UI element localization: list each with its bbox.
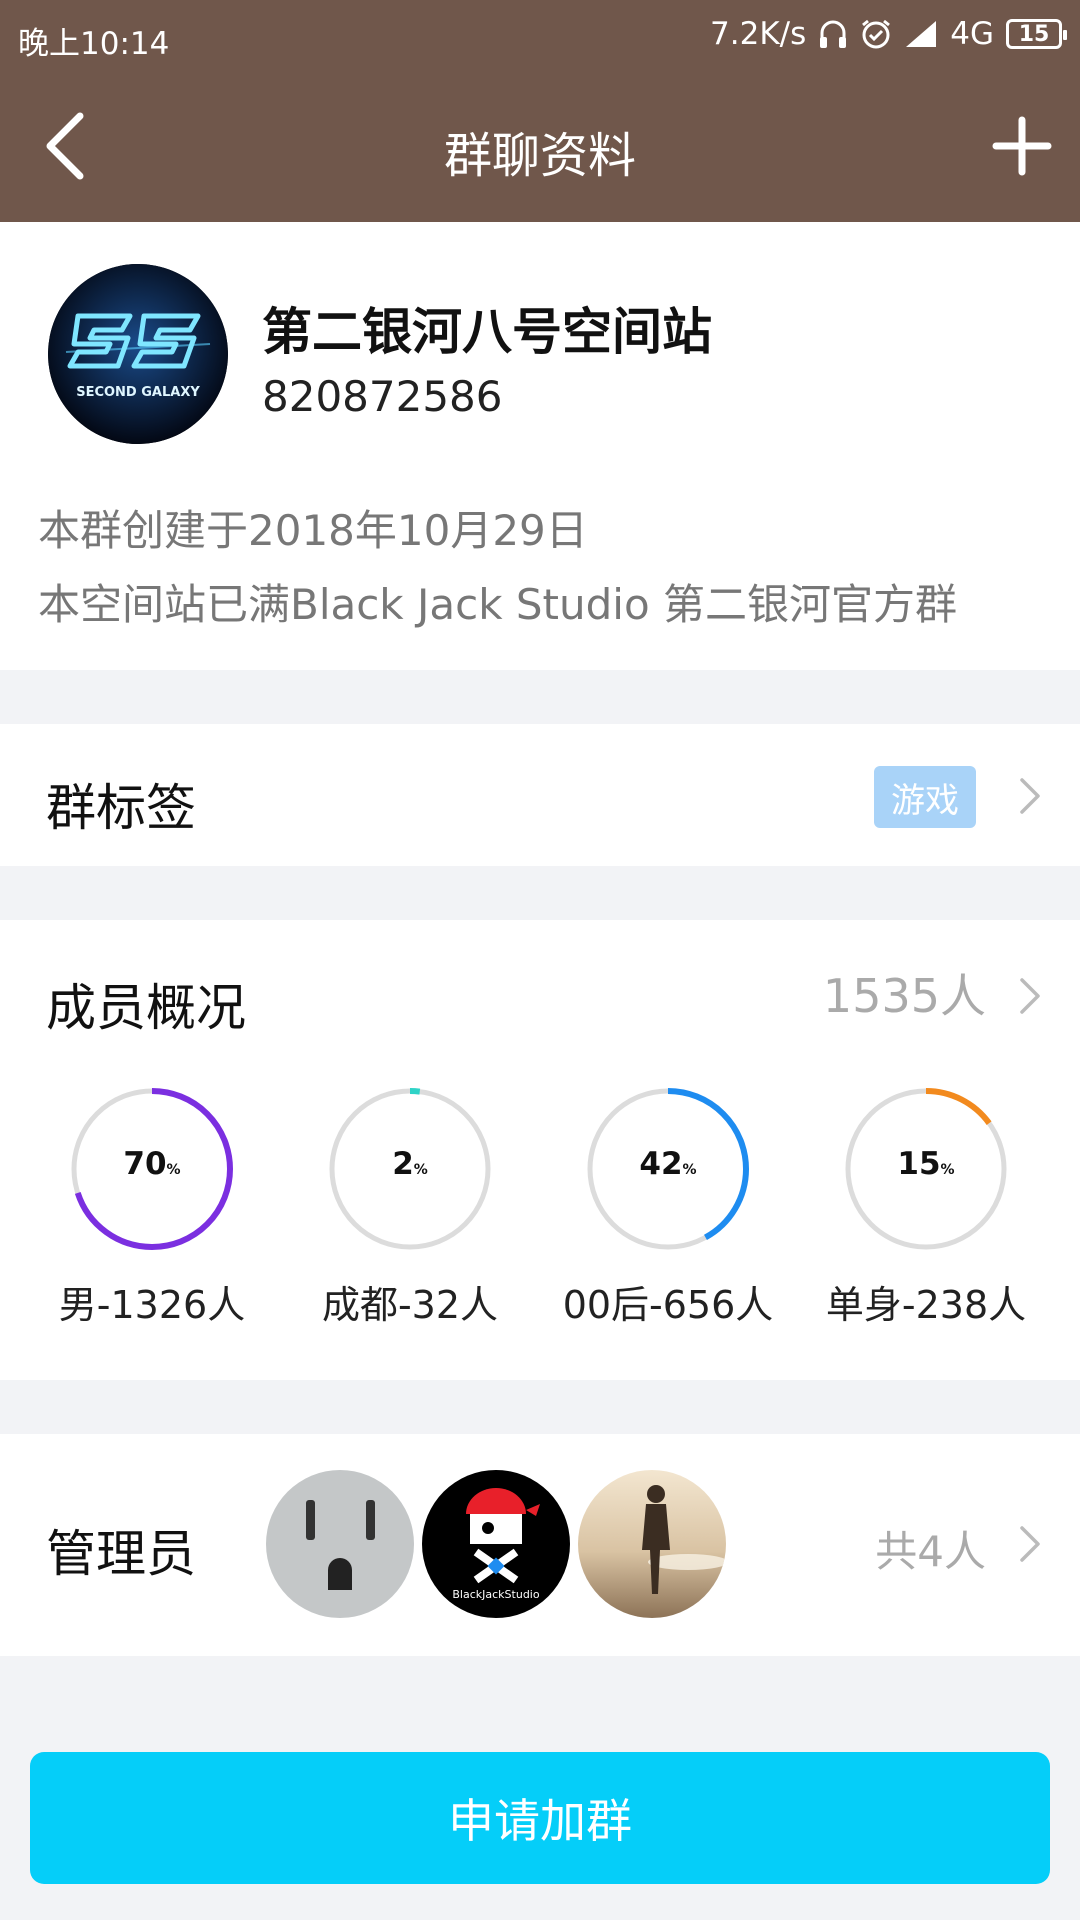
admin-avatar[interactable] [266,1470,414,1618]
add-button[interactable] [990,114,1054,178]
status-icons: 7.2K/s 4G 15 [710,16,1067,52]
group-id: 820872586 [262,372,503,421]
stat-caption: 男-1326人 [58,1283,246,1327]
stat-age: 42% 00后-656人 [548,1086,788,1336]
stat-caption: 成都-32人 [321,1283,499,1327]
admin-avatar[interactable] [578,1470,726,1618]
stat-percent: 70% [32,1146,272,1182]
stat-single: 15% 单身-238人 [806,1086,1046,1336]
chevron-right-icon [1020,778,1040,814]
network-speed: 7.2K/s [710,16,807,52]
stat-caption: 单身-238人 [825,1283,1027,1327]
alarm-icon [860,16,892,52]
stat-percent-value: 70 [123,1146,167,1182]
group-info-card: SECOND GALAXY 第二银河八号空间站 820872586 本群创建于2… [0,222,1080,670]
stat-percent: 2% [290,1146,530,1182]
stat-caption: 00后-656人 [562,1283,774,1327]
network-type: 4G [950,16,994,52]
chevron-right-icon [1020,1526,1040,1562]
members-overview-label: 成员概况 [46,979,246,1037]
group-avatar-text: SECOND GALAXY [76,385,200,400]
headset-icon [818,16,848,52]
stat-percent-value: 42 [639,1146,683,1182]
stat-percent: 15% [806,1146,1046,1182]
status-bar: 晚上10:14 7.2K/s 4G 15 [0,0,1080,76]
member-stats: 70% 男-1326人 2% 成都-32人 42% 00后-656人 15% 单… [0,1086,1080,1336]
stat-percent: 42% [548,1146,788,1182]
stat-city: 2% 成都-32人 [290,1086,530,1336]
stat-percent-unit: % [166,1162,181,1178]
beach-photo-avatar [578,1470,726,1618]
stat-male: 70% 男-1326人 [32,1086,272,1336]
stat-percent-unit: % [413,1162,428,1178]
admin-avatar-text: BlackJackStudio [452,1588,539,1601]
stat-percent-value: 15 [897,1146,941,1182]
battery-level: 15 [1018,21,1050,47]
admin-total: 共4人 [875,1527,986,1576]
signal-icon [904,16,938,52]
battery-icon: 15 [1006,19,1067,49]
admins-label: 管理员 [46,1525,196,1583]
join-group-button[interactable]: 申请加群 [30,1752,1050,1884]
status-time: 晚上10:14 [18,26,170,62]
admin-avatar[interactable]: BlackJackStudio [422,1470,570,1618]
group-avatar[interactable]: SECOND GALAXY [48,264,228,444]
group-name: 第二银河八号空间站 [262,303,712,361]
stat-percent-unit: % [940,1162,955,1178]
power-outlet-avatar [266,1470,414,1618]
tag-chip: 游戏 [874,766,976,828]
admins-row[interactable]: 管理员 BlackJackStudio 共4人 [0,1434,1080,1656]
admin-avatar-list: BlackJackStudio [266,1470,726,1618]
group-tags-label: 群标签 [46,779,196,837]
group-tags-row[interactable]: 群标签 游戏 [0,724,1080,866]
top-bar: 晚上10:14 7.2K/s 4G 15 群聊资料 [0,0,1080,222]
stat-percent-value: 2 [392,1146,414,1182]
group-created-date: 本群创建于2018年10月29日 [38,506,588,555]
plus-icon [992,116,1052,176]
chevron-right-icon [1020,978,1040,1014]
group-intro: 本空间站已满Black Jack Studio 第二银河官方群 [38,580,957,629]
members-overview-card: 成员概况 1535人 70% 男-1326人 2% 成都-32人 42% 00后… [0,920,1080,1380]
navigation-bar: 群聊资料 [0,96,1080,196]
group-description: 本群创建于2018年10月29日 本空间站已满Black Jack Studio… [38,494,957,642]
member-count: 1535人 [822,969,986,1023]
page-title: 群聊资料 [443,128,636,184]
pirate-logo-avatar: BlackJackStudio [422,1470,570,1618]
stat-percent-unit: % [682,1162,697,1178]
